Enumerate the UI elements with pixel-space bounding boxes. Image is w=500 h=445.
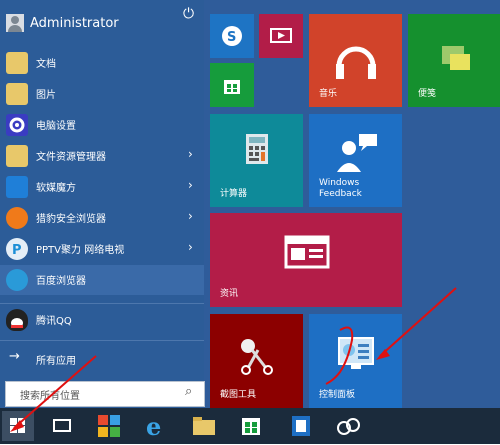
menu-item-pictures[interactable]: 图片 (0, 79, 204, 109)
menu-item-label: 文件资源管理器 (36, 152, 106, 163)
arrow-right-icon: → (9, 349, 20, 364)
menu-item-label: 图片 (36, 90, 56, 101)
start-menu-left-pane: Administrator ⏻ 文档 图片 电脑设置 文件资源管理器 › 软媒魔… (0, 0, 205, 408)
taskbar-app-outlook[interactable] (285, 411, 317, 441)
divider (0, 340, 204, 341)
tile-label: 资讯 (220, 289, 239, 299)
menu-item-ruanmei[interactable]: 软媒魔方 › (0, 172, 204, 202)
tile-store[interactable] (210, 63, 254, 107)
menu-item-label: 电脑设置 (36, 121, 76, 132)
svg-text:P: P (12, 243, 22, 258)
task-view-button[interactable] (46, 411, 78, 441)
tile-label: 截图工具 (220, 390, 257, 400)
internet-explorer-icon: e (146, 412, 161, 441)
tile-label: 控制面板 (319, 390, 356, 400)
taskbar-app-cloud[interactable] (332, 411, 364, 441)
avatar (6, 14, 24, 32)
store-icon (224, 80, 240, 94)
menu-item-pptv[interactable]: P PPTV聚力 网络电视 › (0, 234, 204, 264)
tile-snipping-tool[interactable]: 截图工具 (210, 314, 303, 408)
user-account[interactable]: Administrator (0, 8, 204, 38)
start-button[interactable] (2, 411, 34, 441)
tile-label: 计算器 (220, 189, 248, 199)
news-icon (284, 235, 330, 269)
tile-label: 便笺 (418, 89, 437, 99)
taskbar-app-store[interactable] (235, 411, 267, 441)
chevron-right-icon[interactable]: › (188, 147, 193, 161)
taskbar-app-file-explorer[interactable] (188, 411, 220, 441)
all-apps-button[interactable]: → 所有应用 (0, 345, 204, 375)
tile-news[interactable]: 资讯 (210, 213, 402, 307)
windows-logo-icon (10, 418, 25, 433)
menu-item-pc-settings[interactable]: 电脑设置 (0, 110, 204, 140)
menu-item-liebao-browser[interactable]: 猎豹安全浏览器 › (0, 203, 204, 233)
tile-music[interactable]: 音乐 (309, 14, 402, 107)
tile-control-panel[interactable]: 控制面板 (309, 314, 402, 408)
app-icon (98, 415, 120, 437)
menu-item-label: PPTV聚力 网络电视 (36, 245, 125, 256)
svg-text:S: S (227, 30, 236, 45)
tile-calculator[interactable]: 计算器 (210, 114, 303, 207)
video-icon (270, 28, 292, 43)
svg-text:e: e (146, 412, 161, 441)
menu-item-qq[interactable]: 腾讯QQ (0, 305, 204, 335)
folder-icon (193, 417, 215, 435)
taskbar: e (0, 408, 500, 444)
start-menu: Administrator ⏻ 文档 图片 电脑设置 文件资源管理器 › 软媒魔… (0, 0, 500, 408)
pptv-icon: P (6, 238, 28, 260)
cloud-icon (337, 418, 360, 435)
tile-label: Windows Feedback (319, 178, 362, 199)
folder-icon (6, 145, 28, 167)
menu-item-label: 猎豹安全浏览器 (36, 214, 106, 225)
skype-icon: S (222, 26, 242, 46)
chevron-right-icon[interactable]: › (188, 178, 193, 192)
store-icon (242, 418, 260, 435)
menu-item-label: 腾讯QQ (36, 316, 72, 327)
qq-icon (6, 309, 28, 331)
app-icon (6, 176, 28, 198)
menu-item-label: 百度浏览器 (36, 276, 86, 287)
menu-item-documents[interactable]: 文档 (0, 48, 204, 78)
folder-icon (6, 83, 28, 105)
taskbar-app-ie[interactable]: e (140, 411, 172, 441)
menu-item-baidu-browser[interactable]: 百度浏览器 (0, 265, 204, 295)
tile-windows-feedback[interactable]: Windows Feedback (309, 114, 402, 207)
menu-item-label: 文档 (36, 59, 56, 70)
menu-item-file-explorer[interactable]: 文件资源管理器 › (0, 141, 204, 171)
tile-skype[interactable]: S (210, 14, 254, 58)
menu-item-label: 软媒魔方 (36, 183, 76, 194)
search-placeholder: 搜索所有位置 (20, 391, 80, 402)
folder-icon (6, 52, 28, 74)
power-icon[interactable]: ⏻ (181, 7, 196, 22)
browser-icon (6, 207, 28, 229)
gear-icon (6, 114, 28, 136)
app-icon (292, 416, 310, 436)
chevron-right-icon[interactable]: › (188, 240, 193, 254)
search-icon[interactable]: ⌕ (185, 384, 192, 399)
chevron-right-icon[interactable]: › (188, 209, 193, 223)
taskbar-app-ruanmei[interactable] (93, 411, 125, 441)
browser-icon (6, 269, 28, 291)
user-name: Administrator (30, 16, 119, 31)
tile-video[interactable] (259, 14, 303, 58)
tile-label: 音乐 (319, 89, 338, 99)
divider (0, 303, 204, 304)
search-box[interactable]: 搜索所有位置 ⌕ (5, 381, 205, 407)
all-apps-label: 所有应用 (36, 356, 76, 367)
tile-sticky-notes[interactable]: 便笺 (408, 14, 500, 107)
task-view-icon (53, 419, 71, 432)
